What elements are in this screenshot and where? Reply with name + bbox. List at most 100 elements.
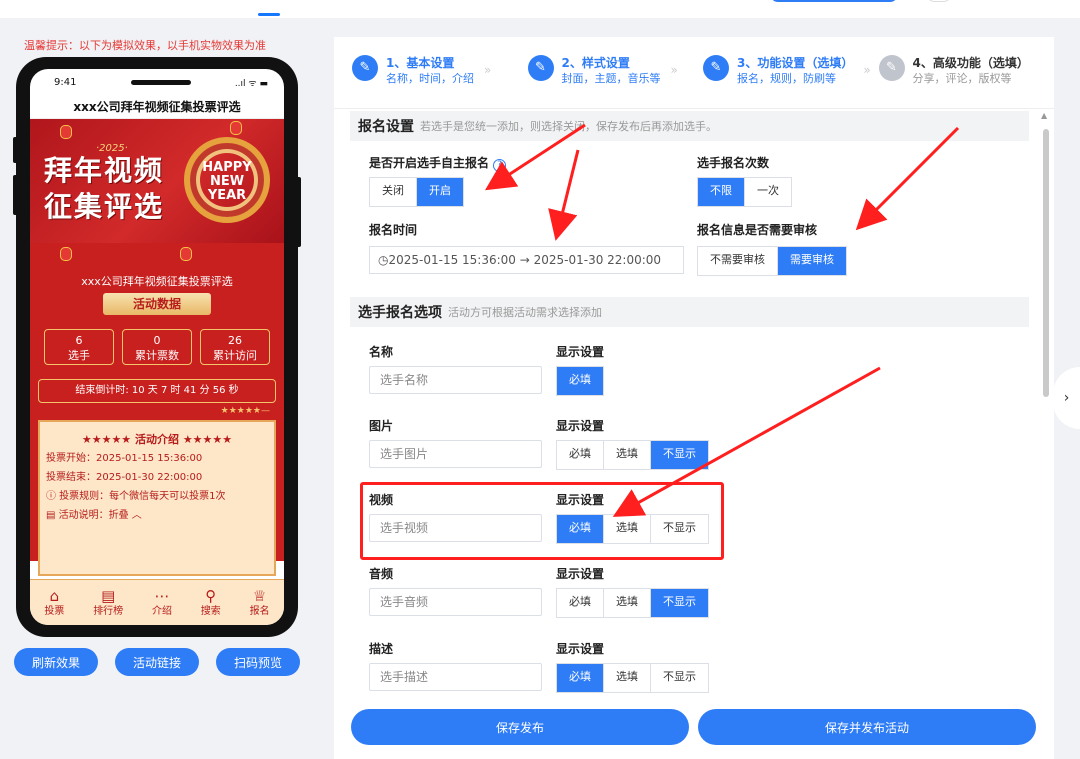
top-user-avatar[interactable]: [925, 0, 953, 2]
chevron-right-icon[interactable]: ›: [1053, 367, 1080, 429]
step-style[interactable]: ✎ 2、样式设置 封面，主题，音乐等 »: [527, 55, 704, 87]
stat-label: 累计访问: [213, 349, 257, 362]
help-icon[interactable]: ?: [493, 159, 507, 172]
nav-ranking[interactable]: ▤ 排行榜: [93, 587, 124, 618]
audio-display-toggle: 必填 选填 不显示: [556, 588, 709, 618]
field-label: 名称: [369, 345, 394, 359]
display-label: 显示设置: [556, 419, 605, 433]
opt-required[interactable]: 必填: [557, 589, 604, 617]
display-label: 显示设置: [556, 345, 605, 359]
field-label: 音频: [369, 567, 394, 581]
name-field[interactable]: 选手名称: [369, 366, 542, 394]
opt-hidden[interactable]: 不显示: [651, 441, 708, 469]
lantern-icon: [60, 247, 72, 261]
banner-line-1: 拜年视频: [44, 154, 165, 187]
self-signup-off[interactable]: 关闭: [370, 178, 417, 206]
phone-page-title: xxx公司拜年视频征集投票评选: [30, 95, 284, 119]
intro-line: 投票结束：2025-01-30 22:00:00: [46, 472, 203, 483]
step-advanced[interactable]: ✎ 4、高级功能（选填） 分享，评论，版权等: [878, 55, 1055, 87]
step-title: 1、基本设置: [386, 56, 455, 70]
edit-icon: ✎: [878, 55, 905, 81]
activity-stats: 6 选手 0 累计票数 26 累计访问: [40, 329, 274, 365]
opt-hidden[interactable]: 不显示: [651, 589, 708, 617]
scrollbar-thumb[interactable]: [1043, 129, 1049, 397]
opt-optional[interactable]: 选填: [604, 664, 651, 692]
description-field[interactable]: 选手描述: [369, 663, 542, 691]
self-signup-on[interactable]: 开启: [417, 178, 463, 206]
opt-optional[interactable]: 选填: [604, 441, 651, 469]
save-publish-button[interactable]: 保存发布: [351, 709, 689, 745]
description-display-toggle: 必填 选填 不显示: [556, 663, 709, 693]
field-label: 描述: [369, 642, 394, 656]
chevron-right-icon: »: [670, 63, 678, 77]
signal-icon: ..ıl ᯤ ▬: [234, 78, 268, 89]
step-subtitle: 报名，规则，防刷等: [737, 72, 836, 85]
search-icon: ⚲: [205, 586, 217, 605]
review-toggle: 不需要审核 需要审核: [697, 246, 847, 276]
step-subtitle: 分享，评论，版权等: [912, 72, 1012, 85]
stat-players: 6 选手: [44, 329, 114, 365]
stat-label: 选手: [68, 349, 90, 362]
banner-hny: HAPPY NEW YEAR: [202, 161, 252, 203]
edit-icon: ✎: [352, 55, 378, 81]
nav-label: 报名: [249, 605, 270, 617]
review-label: 报名信息是否需要审核: [697, 223, 818, 237]
image-field[interactable]: 选手图片: [369, 440, 542, 468]
top-bar: [0, 0, 1080, 18]
video-highlight-box: [360, 482, 724, 560]
signup-time-range[interactable]: ◷2025-01-15 15:36:00 → 2025-01-30 22:00:…: [369, 246, 684, 274]
banner-hny-text: HAPPY NEW YEAR: [202, 160, 252, 203]
label-text: 是否开启选手自主报名: [369, 156, 490, 170]
banner-line-2: 征集评选: [44, 190, 165, 223]
opt-required[interactable]: 必填: [557, 441, 604, 469]
phone-time: 9:41: [54, 76, 77, 88]
step-function[interactable]: ✎ 3、功能设置（选填） 报名，规则，防刷等 »: [703, 55, 879, 87]
opt-hidden[interactable]: 不显示: [651, 664, 708, 692]
section-title: 报名设置: [358, 119, 414, 135]
nav-label: 排行榜: [93, 605, 124, 617]
scroll-up-icon[interactable]: ▲: [1041, 111, 1047, 120]
count-unlimited[interactable]: 不限: [698, 178, 745, 206]
review-required[interactable]: 需要审核: [778, 247, 846, 275]
phone-side-button: [13, 137, 18, 163]
stat-votes: 0 累计票数: [122, 329, 192, 365]
audio-field[interactable]: 选手音频: [369, 588, 542, 616]
bottom-actions: 保存发布 保存并发布活动: [334, 699, 1054, 759]
field-label: 图片: [369, 419, 394, 433]
chevron-right-icon: »: [863, 63, 871, 77]
phone-side-button: [296, 177, 301, 247]
intro-line: 投票开始：2025-01-15 15:36:00: [46, 453, 203, 464]
phone-status-bar: 9:41 ..ıl ᯤ ▬: [30, 69, 284, 95]
opt-required[interactable]: 必填: [557, 664, 604, 692]
activity-data-ribbon: 活动数据: [103, 293, 211, 315]
lantern-icon: [60, 125, 72, 139]
nav-search[interactable]: ⚲ 搜索: [201, 586, 221, 618]
lantern-icon: [230, 121, 242, 135]
preview-hint: 温馨提示：以下为模拟效果，以手机实物效果为准: [24, 39, 266, 52]
nav-vote[interactable]: ⌂ 投票: [44, 587, 64, 618]
refresh-button[interactable]: 刷新效果: [14, 648, 98, 676]
activity-title: xxx公司拜年视频征集投票评选: [81, 275, 233, 288]
stat-value: 0: [153, 334, 161, 347]
activity-link-button[interactable]: 活动链接: [115, 648, 199, 676]
nav-signup[interactable]: ♕ 报名: [249, 587, 270, 618]
display-label: 显示设置: [556, 642, 605, 656]
top-action-button[interactable]: [770, 0, 898, 2]
name-display-toggle: 必填: [556, 366, 604, 396]
stat-value: 26: [228, 334, 242, 347]
edit-icon: ✎: [703, 55, 729, 81]
lantern-icon: [180, 247, 192, 261]
image-display-toggle: 必填 选填 不显示: [556, 440, 709, 470]
qr-preview-button[interactable]: 扫码预览: [216, 648, 300, 676]
review-not-required[interactable]: 不需要审核: [698, 247, 778, 275]
stat-visits: 26 累计访问: [200, 329, 270, 365]
save-and-publish-activity-button[interactable]: 保存并发布活动: [698, 709, 1036, 745]
opt-optional[interactable]: 选填: [604, 589, 651, 617]
step-basic[interactable]: ✎ 1、基本设置 名称，时间，介绍 »: [352, 55, 528, 87]
step-title: 2、样式设置: [561, 56, 630, 70]
nav-intro[interactable]: ⋯ 介绍: [152, 587, 172, 618]
step-title: 4、高级功能（选填）: [912, 56, 1029, 70]
opt-required[interactable]: 必填: [557, 367, 603, 395]
intro-line[interactable]: ▤ 活动说明：折叠 ︿: [46, 506, 268, 525]
count-once[interactable]: 一次: [745, 178, 791, 206]
